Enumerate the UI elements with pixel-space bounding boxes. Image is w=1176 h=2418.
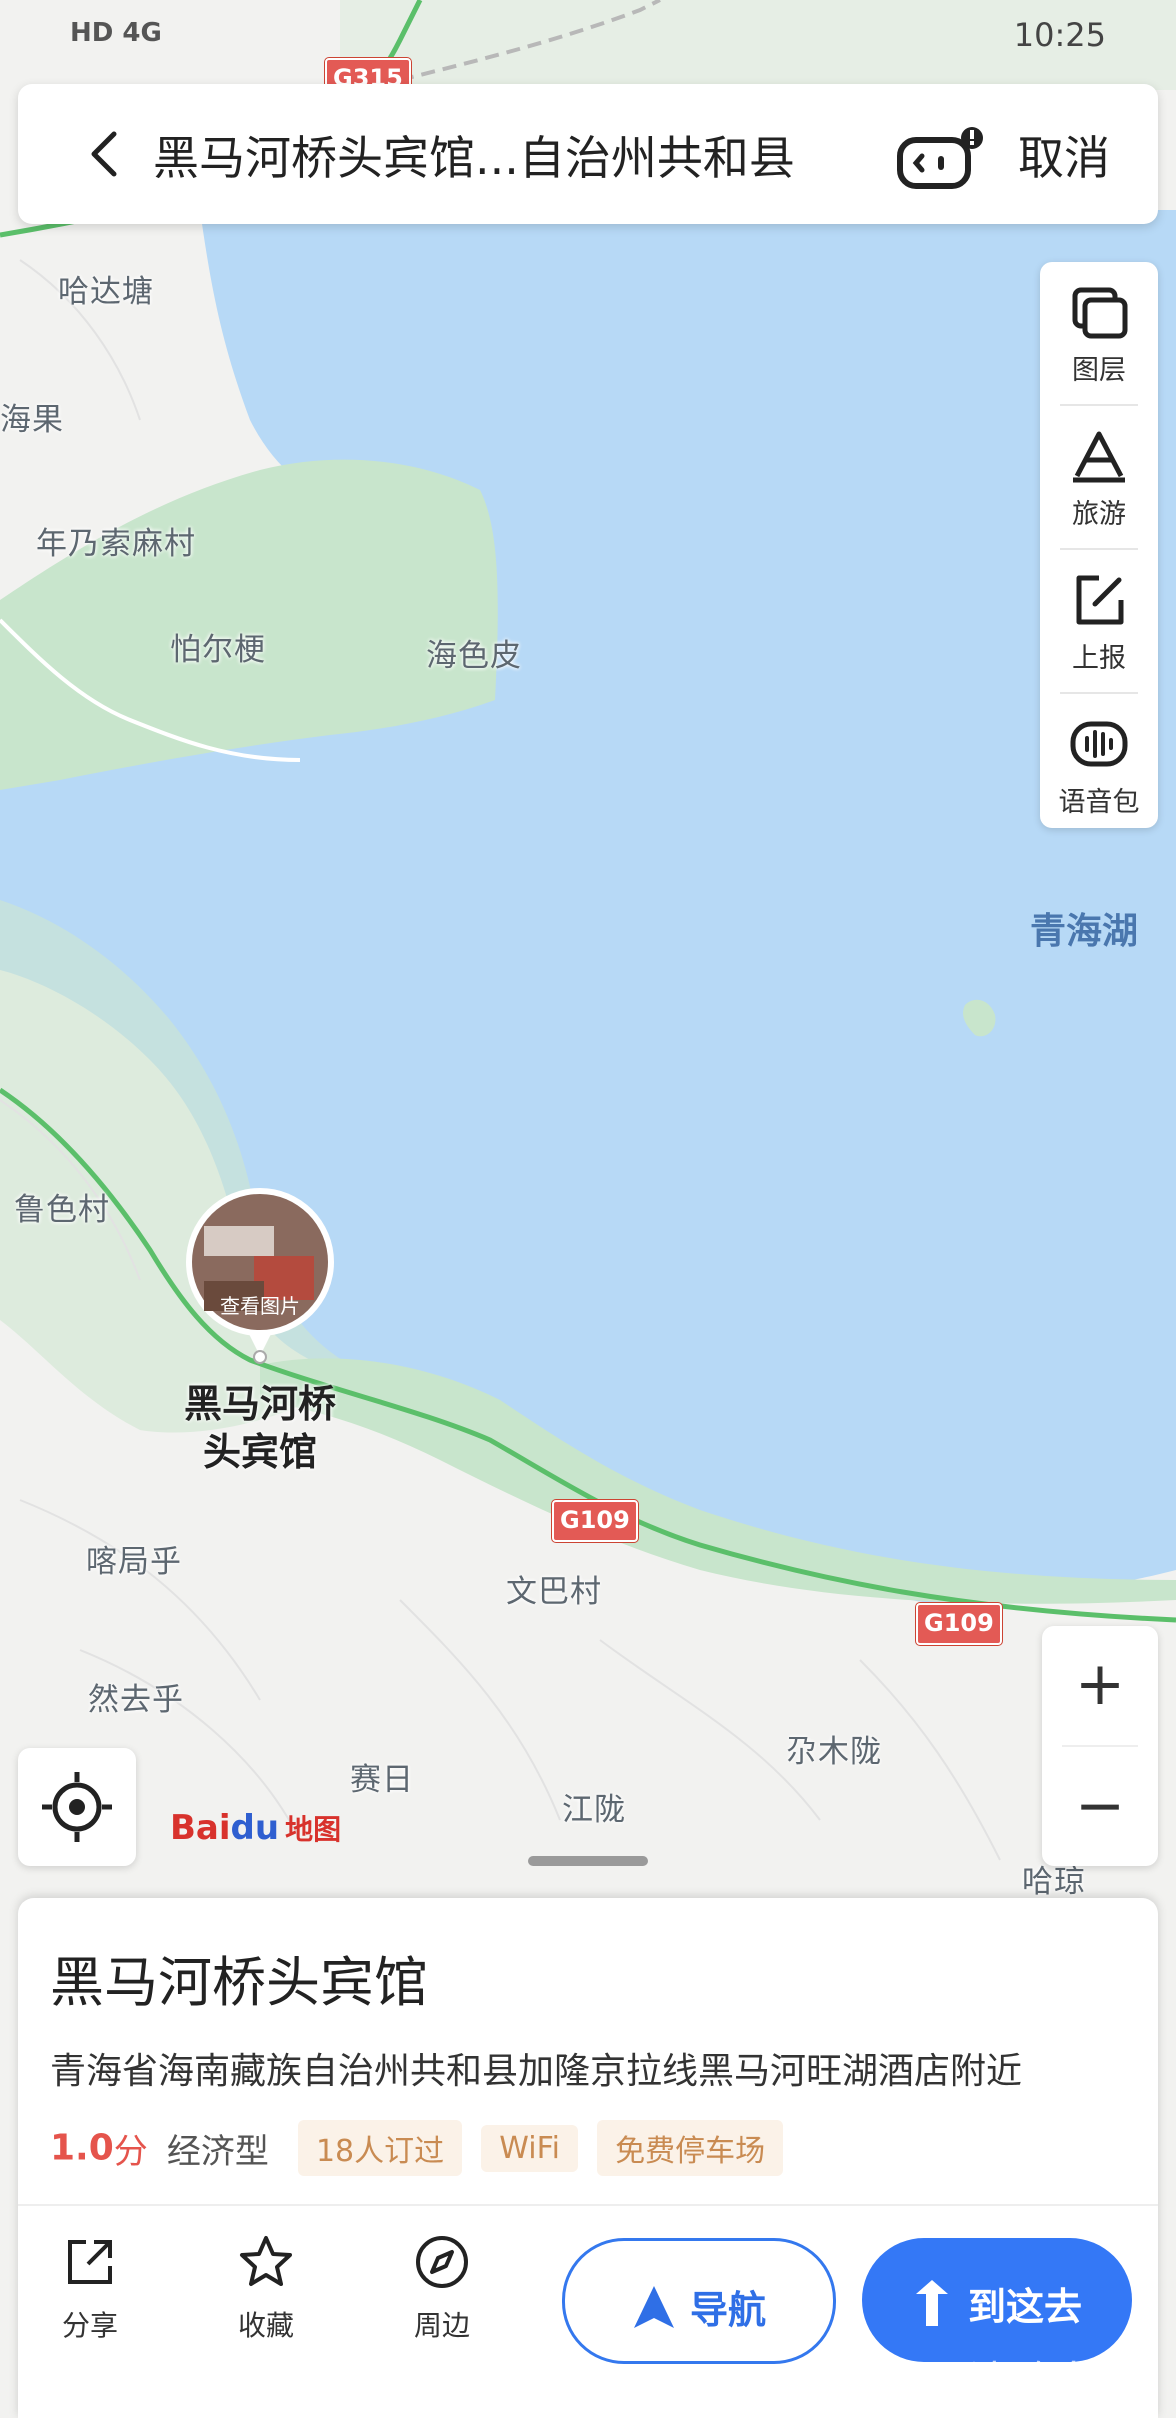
report-button[interactable]: 上报 — [1040, 550, 1158, 692]
map-label: 怕尔梗 — [170, 632, 266, 668]
navigate-button[interactable]: 导航 — [562, 2238, 836, 2364]
search-query[interactable]: 黑马河桥头宾馆...自治州共和县 — [153, 122, 795, 188]
star-icon — [240, 2236, 292, 2286]
cancel-button[interactable]: 取消 — [1018, 122, 1110, 188]
map-label: 海色皮 — [426, 638, 522, 674]
go-here-button[interactable]: 到这去 — [862, 2238, 1132, 2362]
zoom-control: + − — [1042, 1626, 1158, 1866]
assistant-robot-icon[interactable] — [896, 126, 986, 196]
map-label: 年乃索麻村 — [36, 526, 196, 562]
map-label: 哈达塘 — [58, 274, 154, 310]
logo-suffix: 地图 — [285, 1813, 342, 1846]
pin-title[interactable]: 黑马河桥 头宾馆 — [150, 1380, 370, 1476]
locate-button[interactable] — [18, 1748, 136, 1866]
layers-icon — [1072, 287, 1128, 339]
share-label: 分享 — [61, 2309, 118, 2342]
favorite-button[interactable]: 收藏 — [206, 2234, 326, 2344]
map-label: 然去乎 — [88, 1682, 184, 1718]
tag-booked: 18人订过 — [297, 2120, 463, 2176]
place-type: 经济型 — [166, 2131, 269, 2172]
place-address: 青海省海南藏族自治州共和县加隆京拉线黑马河旺湖酒店附近 — [50, 2051, 1023, 2092]
layers-label: 图层 — [1072, 355, 1126, 386]
map-label: 鲁色村 — [14, 1192, 110, 1228]
signal-indicator: HD 4G — [70, 18, 162, 48]
clock: 10:25 — [1013, 16, 1106, 54]
travel-icon — [1073, 431, 1125, 483]
nearby-button[interactable]: 周边 — [382, 2234, 502, 2344]
place-name[interactable]: 黑马河桥头宾馆 — [50, 1938, 428, 2017]
tag-parking: 免费停车场 — [597, 2120, 784, 2176]
map-label: 赛日 — [350, 1762, 414, 1798]
share-button[interactable]: 分享 — [30, 2234, 150, 2344]
logo-bai: Bai — [170, 1808, 231, 1848]
navigate-label: 导航 — [689, 2288, 766, 2332]
go-here-label: 到这去 — [967, 2285, 1082, 2329]
voice-pack-label: 语音包 — [1058, 787, 1140, 818]
road-shield-g109: G109 — [916, 1603, 1002, 1645]
baidu-map-logo: Baidu 地图 — [170, 1808, 341, 1848]
tag-wifi: WiFi — [481, 2124, 578, 2172]
favorite-label: 收藏 — [237, 2309, 294, 2342]
zoom-in-button[interactable]: + — [1042, 1626, 1158, 1742]
layers-button[interactable]: 图层 — [1040, 262, 1158, 404]
map-label: 江陇 — [562, 1792, 626, 1828]
compass-icon — [416, 2236, 468, 2288]
locate-icon — [42, 1772, 112, 1842]
map-label: 尕木陇 — [786, 1734, 882, 1770]
road-shield-g109: G109 — [552, 1500, 638, 1542]
pin-title-line2: 头宾馆 — [202, 1430, 317, 1474]
zoom-out-button[interactable]: − — [1042, 1748, 1158, 1864]
map-label: 喀局乎 — [86, 1544, 182, 1580]
place-pin[interactable] — [184, 1186, 336, 1366]
rating-unit: 分 — [113, 2131, 148, 2172]
travel-button[interactable]: 旅游 — [1040, 406, 1158, 548]
place-meta: 1.0分 经济型 18人订过 WiFi 免费停车场 — [50, 2120, 797, 2176]
map-toolbar: 图层 旅游 上报 语音包 — [1040, 262, 1158, 828]
turn-arrow-icon — [915, 2279, 948, 2326]
status-bar: HD 4G 10:25 — [0, 0, 1176, 76]
pin-title-line1: 黑马河桥 — [183, 1382, 336, 1426]
logo-du: du — [230, 1808, 280, 1848]
map-label: 文巴村 — [506, 1574, 602, 1610]
search-bar: 黑马河桥头宾馆...自治州共和县 取消 — [18, 84, 1158, 224]
travel-label: 旅游 — [1072, 499, 1126, 530]
lake-label: 青海湖 — [1030, 911, 1139, 952]
voice-pack-icon — [1070, 721, 1128, 767]
navigation-arrow-icon — [633, 2285, 674, 2328]
sheet-drag-handle[interactable] — [528, 1856, 648, 1866]
report-label: 上报 — [1072, 643, 1126, 674]
share-icon — [68, 2240, 112, 2284]
pin-photo-marker[interactable] — [184, 1186, 336, 1366]
voice-pack-button[interactable]: 语音包 — [1040, 694, 1158, 836]
view-photo-label[interactable]: 查看图片 — [190, 1290, 330, 1319]
map-label: 海果 — [0, 402, 64, 438]
place-detail-sheet: 黑马河桥头宾馆 青海省海南藏族自治州共和县加隆京拉线黑马河旺湖酒店附近 1.0分… — [18, 1898, 1158, 2418]
rating-score: 1.0 — [50, 2127, 114, 2169]
back-arrow-icon[interactable] — [78, 124, 138, 184]
nearby-label: 周边 — [413, 2309, 470, 2342]
report-icon — [1076, 575, 1124, 625]
